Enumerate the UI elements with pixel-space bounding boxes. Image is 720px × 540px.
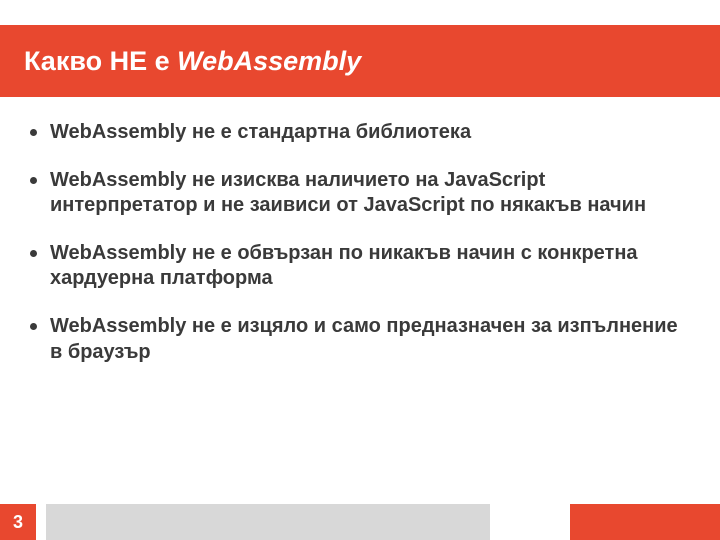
list-item: WebAssembly не е изцяло и само предназна… [24,314,686,365]
slide-header: Какво НЕ е WebAssembly [0,25,720,97]
list-item: WebAssembly не е обвързан по никакъв нач… [24,241,686,292]
footer-gap [490,504,570,540]
page-number: 3 [0,504,36,540]
list-item: WebAssembly не изисква наличието на Java… [24,168,686,219]
list-item: WebAssembly не е стандартна библиотека [24,120,686,146]
footer-bar-gray [46,504,490,540]
slide-footer: 3 [0,504,720,540]
slide-content: WebAssembly не е стандартна библиотека W… [24,120,686,387]
title-italic: WebAssembly [177,46,361,76]
bullet-list: WebAssembly не е стандартна библиотека W… [24,120,686,365]
slide-title: Какво НЕ е WebAssembly [24,46,361,77]
title-prefix: Какво НЕ е [24,46,177,76]
footer-bar-red [570,504,720,540]
